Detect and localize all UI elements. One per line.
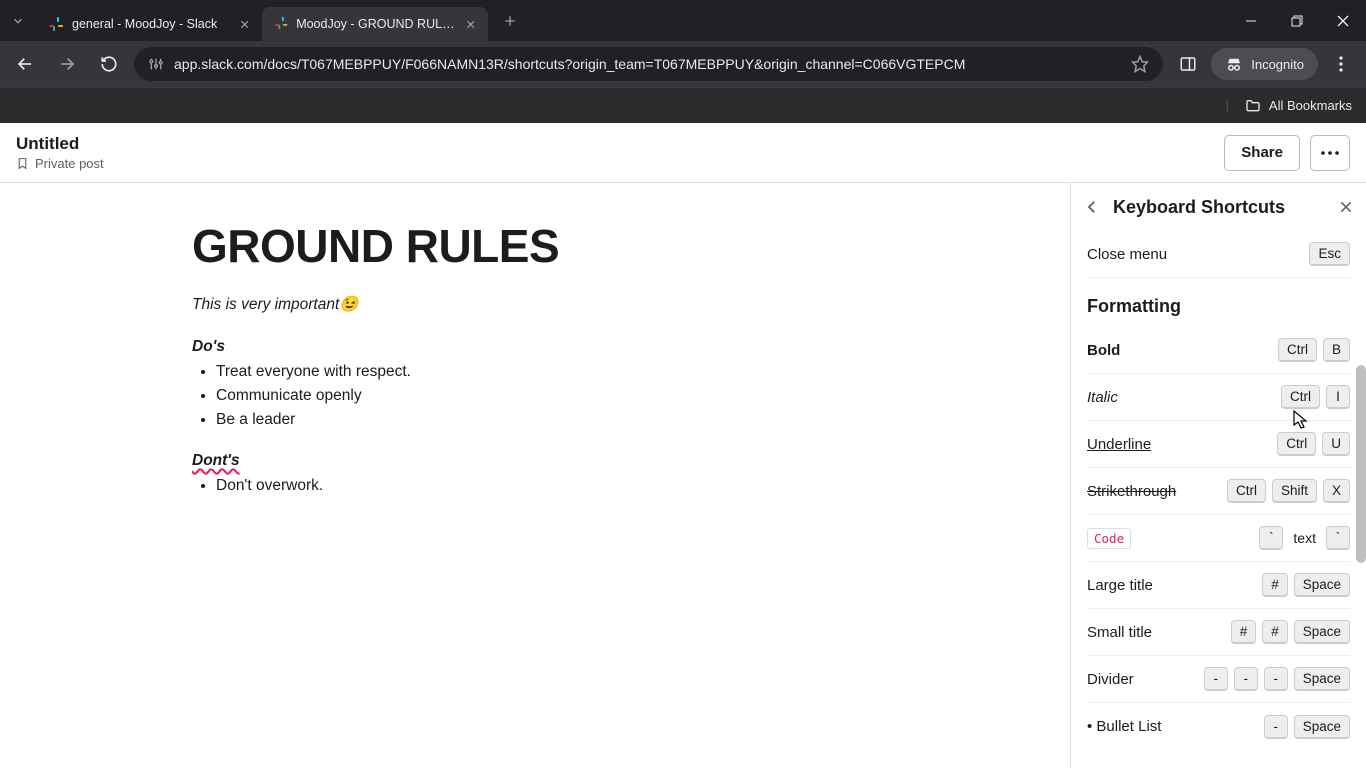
side-panel-button[interactable] <box>1171 47 1205 81</box>
incognito-label: Incognito <box>1251 57 1304 72</box>
panel-title: Keyboard Shortcuts <box>1113 197 1285 218</box>
dos-heading: Do's <box>192 338 1070 356</box>
tab-general[interactable]: general - MoodJoy - Slack ✕ <box>36 7 262 41</box>
formatting-section: Formatting <box>1087 296 1350 317</box>
tab-title: general - MoodJoy - Slack <box>72 17 217 31</box>
shortcut-code: Code ` text ` <box>1087 515 1350 562</box>
list-item: Don't overwork. <box>216 474 1070 498</box>
list-item: Communicate openly <box>216 384 1070 408</box>
keyboard-shortcuts-panel: Keyboard Shortcuts Close menu Esc Format… <box>1070 183 1366 768</box>
url-bar[interactable]: app.slack.com/docs/T067MEBPPUY/F066NAMN1… <box>134 47 1163 81</box>
window-controls <box>1228 0 1366 41</box>
list-item: Treat everyone with respect. <box>216 360 1070 384</box>
back-icon[interactable] <box>1083 198 1101 216</box>
doc-heading: GROUND RULES <box>192 219 1070 273</box>
shortcut-bold: Bold Ctrl B <box>1087 327 1350 374</box>
forward-button[interactable] <box>50 47 84 81</box>
shortcut-underline: Underline Ctrl U <box>1087 421 1350 468</box>
back-button[interactable] <box>8 47 42 81</box>
browser-tabstrip: general - MoodJoy - Slack ✕ MoodJoy - GR… <box>0 0 1366 41</box>
shortcut-close-menu: Close menu Esc <box>1087 231 1350 278</box>
list-item: Be a leader <box>216 408 1070 432</box>
bookmarks-bar: | All Bookmarks <box>0 87 1366 123</box>
share-button[interactable]: Share <box>1224 135 1300 171</box>
close-icon[interactable]: ✕ <box>466 17 476 32</box>
donts-list: Don't overwork. <box>192 474 1070 498</box>
new-tab-button[interactable] <box>496 7 524 35</box>
shortcut-italic: Italic Ctrl I <box>1087 374 1350 421</box>
doc-header: Untitled Private post Share <box>0 123 1366 183</box>
shortcut-large-title: Large title # Space <box>1087 562 1350 609</box>
shortcut-divider: Divider - - - Space <box>1087 656 1350 703</box>
doc-visibility[interactable]: Private post <box>35 156 104 171</box>
tab-search-button[interactable] <box>0 0 36 41</box>
key-esc: Esc <box>1309 242 1350 266</box>
doc-intro: This is very important😉 <box>192 295 1070 314</box>
all-bookmarks-button[interactable]: All Bookmarks <box>1269 98 1352 113</box>
folder-icon <box>1245 98 1261 114</box>
tab-ground-rules[interactable]: MoodJoy - GROUND RULES - S ✕ <box>262 7 488 41</box>
bookmark-star-icon[interactable] <box>1131 55 1149 73</box>
shortcut-small-title: Small title # # Space <box>1087 609 1350 656</box>
address-bar-row: app.slack.com/docs/T067MEBPPUY/F066NAMN1… <box>0 41 1366 87</box>
tab-title: MoodJoy - GROUND RULES - S <box>296 17 457 31</box>
maximize-button[interactable] <box>1274 0 1320 41</box>
close-icon[interactable]: ✕ <box>240 17 250 32</box>
incognito-icon <box>1225 55 1243 73</box>
more-actions-button[interactable] <box>1310 135 1350 171</box>
donts-heading: Dont's <box>192 452 1070 470</box>
reload-button[interactable] <box>92 47 126 81</box>
shortcut-strike: Strikethrough Ctrl Shift X <box>1087 468 1350 515</box>
close-window-button[interactable] <box>1320 0 1366 41</box>
browser-menu-button[interactable] <box>1324 47 1358 81</box>
doc-body[interactable]: GROUND RULES This is very important😉 Do'… <box>0 183 1070 768</box>
slack-icon <box>274 16 288 32</box>
site-settings-icon[interactable] <box>148 56 164 72</box>
minimize-button[interactable] <box>1228 0 1274 41</box>
wink-emoji: 😉 <box>339 296 358 313</box>
slack-icon <box>48 16 64 32</box>
doc-window-title: Untitled <box>16 134 104 154</box>
close-icon[interactable] <box>1338 199 1354 215</box>
shortcut-bullet-list: Bullet List - Space <box>1087 703 1350 750</box>
incognito-badge[interactable]: Incognito <box>1211 48 1318 80</box>
dos-list: Treat everyone with respect. Communicate… <box>192 360 1070 432</box>
bookmark-icon <box>16 157 29 170</box>
url-text: app.slack.com/docs/T067MEBPPUY/F066NAMN1… <box>174 56 1121 72</box>
